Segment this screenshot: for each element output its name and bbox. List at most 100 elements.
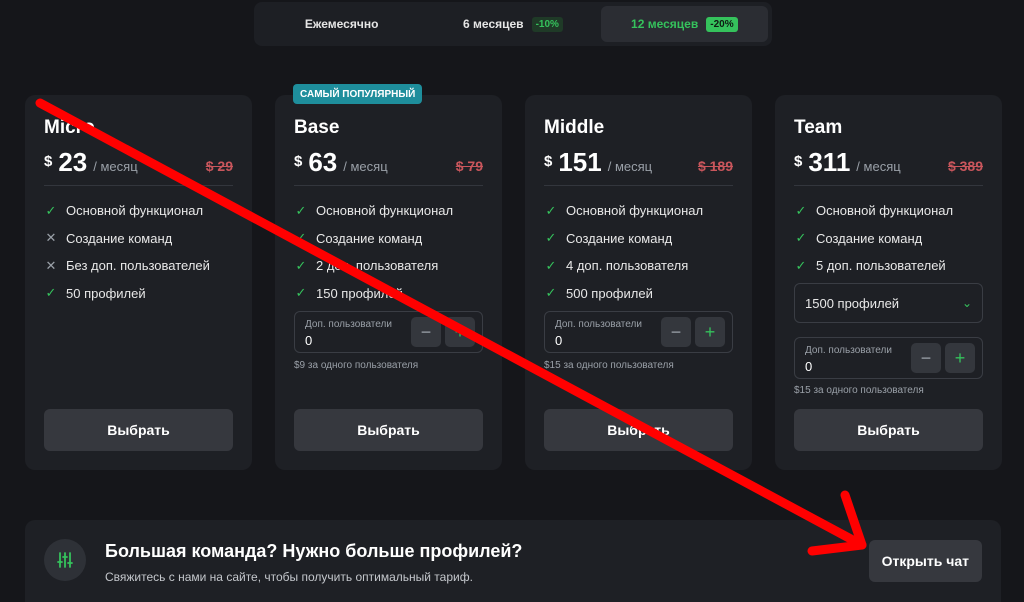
- feature-text: Основной функционал: [816, 203, 954, 219]
- banner-title: Большая команда? Нужно больше профилей?: [105, 541, 523, 561]
- feature-item: ✓ Основной функционал: [44, 197, 233, 225]
- discount-badge: -10%: [531, 16, 563, 32]
- price-period: / месяц: [607, 159, 653, 174]
- currency: $: [544, 153, 553, 170]
- feature-list: ✓ Основной функционал ✕ Создание команд ✕ Б…: [44, 197, 233, 307]
- increment-button[interactable]: +: [445, 317, 475, 347]
- stepper-value[interactable]: 0: [555, 333, 562, 348]
- check-icon: ✓: [795, 257, 807, 273]
- addon-price-note: $15 за одного пользователя: [794, 385, 924, 396]
- old-price: $ 389: [947, 158, 983, 174]
- check-icon: ✓: [45, 285, 57, 301]
- billing-option-12-months[interactable]: 12 месяцев -20%: [600, 6, 768, 42]
- feature-item: ✓ 5 доп. пользователей: [794, 252, 983, 280]
- currency: $: [794, 153, 803, 170]
- price-row: $ 63 / месяц $ 79: [294, 147, 483, 181]
- check-icon: ✓: [795, 202, 807, 218]
- divider: [44, 185, 233, 186]
- stepper-value[interactable]: 0: [805, 359, 812, 374]
- divider: [294, 185, 483, 186]
- feature-text: Создание команд: [566, 230, 673, 246]
- feature-text: Создание команд: [816, 230, 923, 246]
- price: 63: [308, 147, 338, 177]
- increment-button[interactable]: +: [945, 343, 975, 373]
- feature-text: 50 профилей: [66, 285, 146, 301]
- open-chat-button[interactable]: Открыть чат: [868, 540, 982, 582]
- addon-price-note: $15 за одного пользователя: [544, 360, 674, 371]
- price-period: / месяц: [93, 159, 138, 174]
- feature-text: 2 доп. пользователя: [316, 258, 439, 274]
- plan-card-base: Base $ 63 / месяц $ 79 ✓ Основной функцио…: [275, 95, 502, 470]
- feature-item: ✓ 150 профилей: [294, 280, 483, 308]
- plan-name: Team: [794, 117, 843, 138]
- choose-plan-button[interactable]: Выбрать: [544, 409, 733, 451]
- divider: [544, 185, 733, 186]
- price: 151: [558, 147, 602, 177]
- divider: [794, 185, 983, 186]
- feature-item: ✓ Основной функционал: [294, 197, 483, 225]
- check-icon: ✓: [545, 285, 557, 301]
- check-icon: ✓: [545, 202, 557, 218]
- stepper-label: Доп. пользователи: [805, 345, 892, 356]
- check-icon: ✓: [295, 230, 307, 246]
- cross-icon: ✕: [45, 230, 57, 246]
- feature-text: 150 профилей: [316, 285, 403, 301]
- check-icon: ✓: [295, 257, 307, 273]
- extra-users-stepper: Доп. пользователи 0 − +: [544, 311, 733, 353]
- feature-list: ✓ Основной функционал ✓ Создание команд ✓ 4…: [544, 197, 733, 307]
- check-icon: ✓: [545, 257, 557, 273]
- billing-option-label: Ежемесячно: [304, 17, 379, 31]
- profiles-select-value: 1500 профилей: [805, 295, 900, 311]
- price-period: / месяц: [856, 159, 901, 174]
- stepper-label: Доп. пользователи: [555, 319, 642, 330]
- billing-option-6-months[interactable]: 6 месяцев -10%: [429, 6, 596, 42]
- check-icon: ✓: [295, 202, 307, 218]
- chevron-down-icon: ⌄: [961, 296, 972, 310]
- feature-item: ✓ 2 доп. пользователя: [294, 252, 483, 280]
- choose-plan-button[interactable]: Выбрать: [794, 409, 983, 451]
- check-icon: ✓: [295, 285, 307, 301]
- billing-option-label: 12 месяцев: [631, 17, 699, 31]
- plan-card-team: Team $ 311 / месяц $ 389 ✓ Основной функц…: [775, 95, 1002, 470]
- feature-item: ✓ Основной функционал: [544, 197, 733, 225]
- addon-price-note: $9 за одного пользователя: [294, 360, 419, 371]
- feature-text: Основной функционал: [66, 203, 204, 219]
- discount-badge: -20%: [706, 16, 738, 32]
- feature-text: 500 профилей: [566, 285, 653, 301]
- feature-item: ✕ Создание команд: [44, 225, 233, 253]
- feature-item: ✓ Создание команд: [794, 225, 983, 253]
- billing-option-monthly[interactable]: Ежемесячно: [258, 6, 425, 42]
- popular-badge: САМЫЙ ПОПУЛЯРНЫЙ: [293, 84, 423, 104]
- price-period: / месяц: [343, 159, 388, 174]
- check-icon: ✓: [545, 230, 557, 246]
- cross-icon: ✕: [45, 257, 57, 273]
- feature-item: ✓ 50 профилей: [44, 280, 233, 308]
- stepper-value[interactable]: 0: [305, 333, 312, 348]
- profiles-select[interactable]: 1500 профилей ⌄: [794, 283, 983, 323]
- decrement-button[interactable]: −: [911, 343, 941, 373]
- feature-item: ✕ Без доп. пользователей: [44, 252, 233, 280]
- feature-item: ✓ 4 доп. пользователя: [544, 252, 733, 280]
- increment-button[interactable]: +: [695, 317, 725, 347]
- extra-users-stepper: Доп. пользователи 0 − +: [294, 311, 483, 353]
- feature-text: Основной функционал: [316, 203, 454, 219]
- choose-plan-button[interactable]: Выбрать: [294, 409, 483, 451]
- feature-item: ✓ Создание команд: [544, 225, 733, 253]
- price: 311: [808, 147, 851, 177]
- plan-card-micro: Micro $ 23 / месяц $ 29 ✓ Основной функци…: [25, 95, 252, 470]
- price-row: $ 151 / месяц $ 189: [544, 147, 733, 181]
- feature-list: ✓ Основной функционал ✓ Создание команд ✓ 2…: [294, 197, 483, 307]
- feature-text: Создание команд: [316, 230, 423, 246]
- currency: $: [294, 153, 303, 170]
- feature-text: Без доп. пользователей: [66, 258, 210, 274]
- plan-name: Micro: [44, 117, 95, 138]
- choose-plan-button[interactable]: Выбрать: [44, 409, 233, 451]
- decrement-button[interactable]: −: [411, 317, 441, 347]
- feature-item: ✓ 500 профилей: [544, 280, 733, 308]
- old-price: $ 79: [455, 158, 483, 174]
- price: 23: [58, 147, 88, 177]
- currency: $: [44, 153, 53, 170]
- billing-option-label: 6 месяцев: [463, 17, 524, 31]
- price-row: $ 311 / месяц $ 389: [794, 147, 983, 181]
- decrement-button[interactable]: −: [661, 317, 691, 347]
